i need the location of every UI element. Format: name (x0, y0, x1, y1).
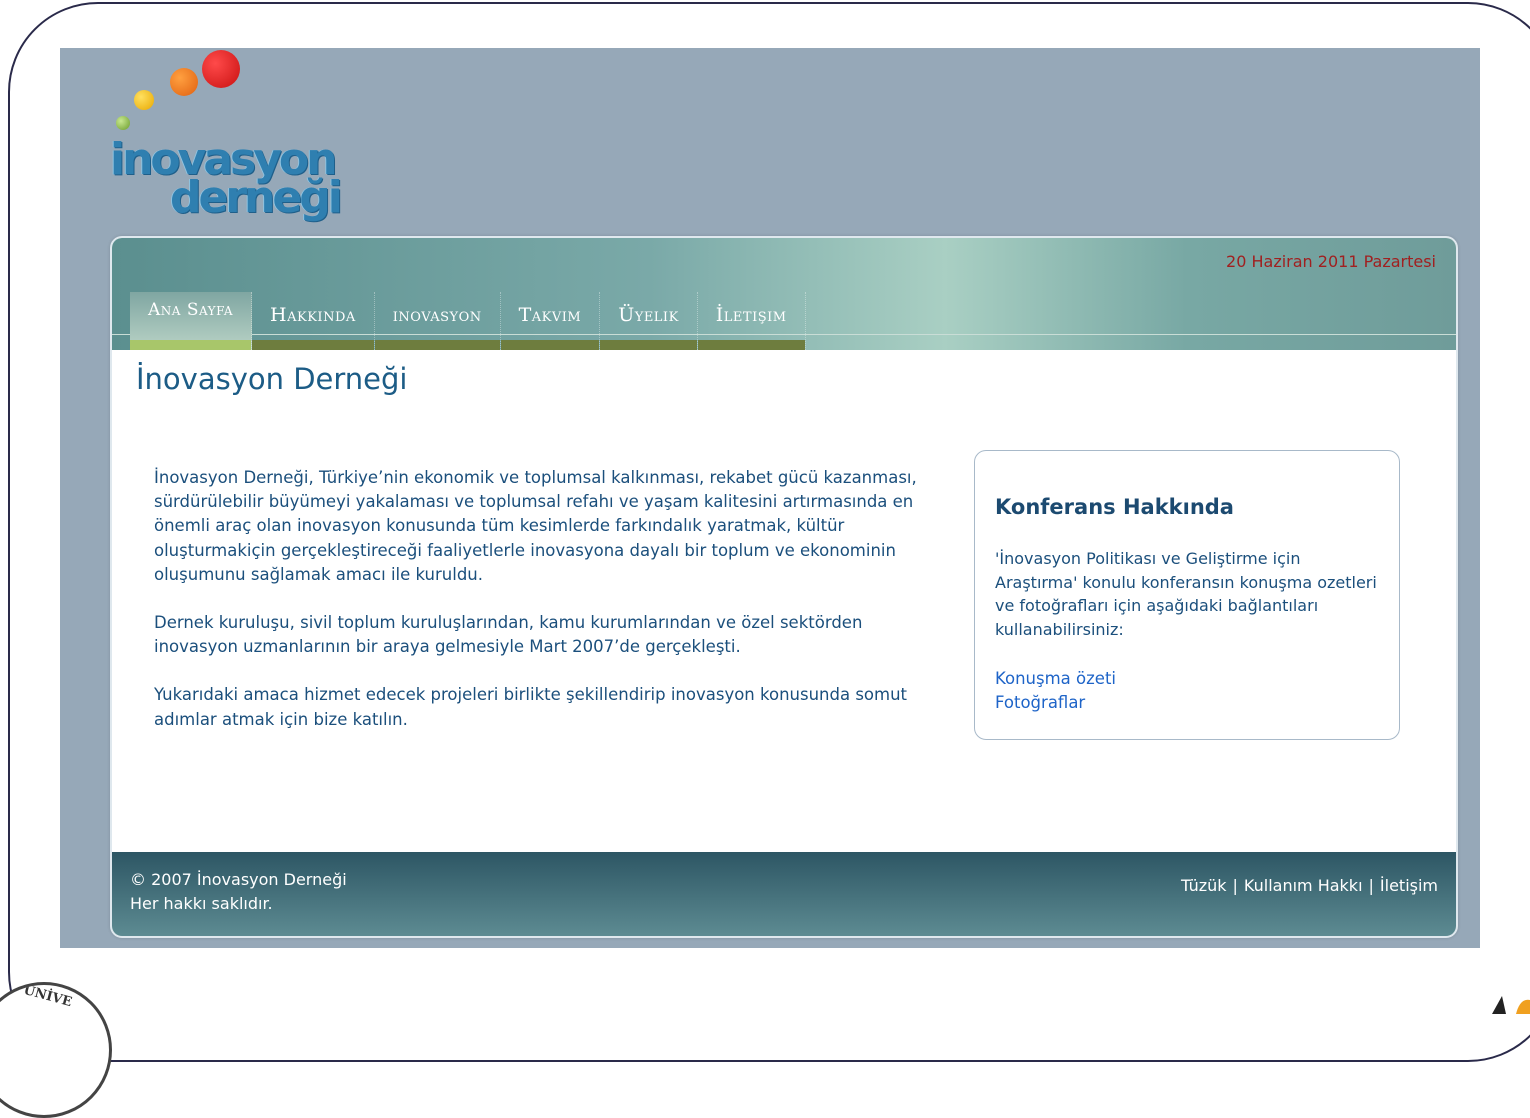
content-paragraph-2: Dernek kuruluşu, sivil toplum kuruluşlar… (154, 613, 863, 657)
nav-item-hakkinda[interactable]: Hakkında (252, 292, 375, 350)
nav-item-takvim[interactable]: Takvim (500, 292, 601, 350)
nav-item-ana-sayfa[interactable]: Ana Sayfa (130, 292, 253, 350)
content-paragraph-3: Yukarıdaki amaca hizmet edecek projeleri… (154, 685, 908, 729)
footer-separator: | (1232, 876, 1238, 895)
footer-copyright-block: © 2007 İnovasyon Derneği Her hakkı saklı… (130, 868, 347, 916)
copyright-text: © 2007 İnovasyon Derneği (130, 870, 347, 889)
logo-text-line2: derneği (170, 172, 343, 223)
page-title: İnovasyon Derneği (136, 362, 408, 396)
site-logo[interactable]: inovasyon derneği (108, 48, 348, 228)
footer-links: Tüzük | Kullanım Hakkı | İletişim (1181, 876, 1438, 895)
rights-text: Her hakkı saklıdır. (130, 894, 273, 913)
conference-box: Konferans Hakkında 'İnovasyon Politikası… (974, 450, 1400, 740)
logo-dot-yellow (134, 90, 154, 110)
photos-link[interactable]: Fotoğraflar (995, 691, 1379, 715)
logo-dot-green (116, 116, 130, 130)
footer-separator: | (1368, 876, 1374, 895)
nav-item-uyelik[interactable]: Üyelik (600, 292, 698, 350)
corner-logo-icon (1492, 996, 1530, 1014)
nav-item-inovasyon[interactable]: inovasyon (374, 292, 501, 350)
speech-summary-link[interactable]: Konuşma özeti (995, 667, 1379, 691)
university-seal-text: ÜNİVE (21, 982, 74, 1011)
logo-dot-orange (170, 68, 198, 96)
footer-link-iletisim[interactable]: İletişim (1380, 876, 1438, 895)
footer-link-kullanim-hakki[interactable]: Kullanım Hakkı (1244, 876, 1363, 895)
header-bar: 20 Haziran 2011 Pazartesi Ana Sayfa Hakk… (112, 238, 1456, 350)
conference-box-description: 'İnovasyon Politikası ve Geliştirme için… (995, 549, 1377, 639)
main-nav: Ana Sayfa Hakkında inovasyon Takvim Üyel… (130, 292, 806, 350)
nav-item-iletisim[interactable]: İletişim (697, 292, 806, 350)
footer-link-tuzuk[interactable]: Tüzük (1181, 876, 1227, 895)
current-date: 20 Haziran 2011 Pazartesi (1226, 252, 1436, 271)
browser-screenshot: inovasyon derneği 20 Haziran 2011 Pazart… (60, 48, 1480, 948)
main-panel: 20 Haziran 2011 Pazartesi Ana Sayfa Hakk… (110, 236, 1458, 938)
footer: © 2007 İnovasyon Derneği Her hakkı saklı… (112, 852, 1456, 936)
conference-box-title: Konferans Hakkında (995, 495, 1234, 519)
logo-dot-red (202, 50, 240, 88)
content-paragraph-1: İnovasyon Derneği, Türkiye’nin ekonomik … (154, 468, 917, 584)
main-content: İnovasyon Derneği, Türkiye’nin ekonomik … (154, 466, 944, 756)
